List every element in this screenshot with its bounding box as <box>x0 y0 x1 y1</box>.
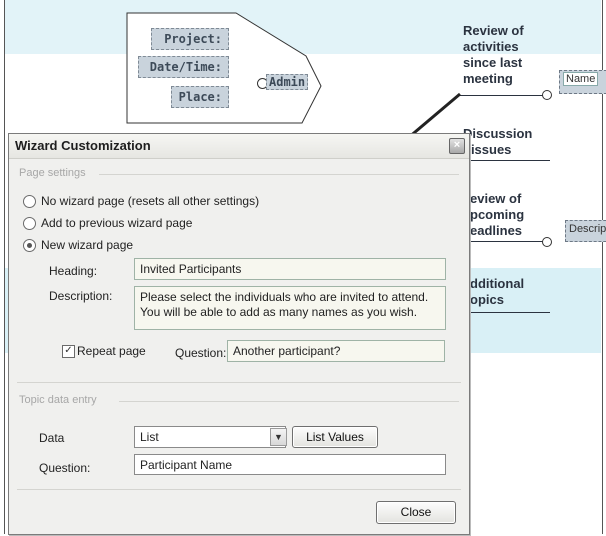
radio-label: New wizard page <box>41 238 134 252</box>
footer-divider <box>17 489 461 490</box>
name-tag[interactable]: Name <box>559 70 606 94</box>
topic-review-activities[interactable]: Review of activities since last meeting <box>463 23 524 87</box>
dialog-titlebar[interactable]: Wizard Customization × <box>9 134 469 159</box>
topic-connector-circle[interactable] <box>542 237 552 247</box>
place-field[interactable]: Place: <box>171 86 229 108</box>
radio-label: Add to previous wizard page <box>41 216 193 230</box>
project-field[interactable]: Project: <box>151 28 229 50</box>
topic-line: since last <box>463 55 523 70</box>
topic-line: opics <box>470 292 504 307</box>
radio-circle-selected[interactable] <box>23 238 36 252</box>
description-tag[interactable]: Descrip <box>565 220 606 242</box>
topic-underline <box>460 312 550 313</box>
topic-line: Discussion <box>463 126 533 141</box>
topic-underline <box>460 160 550 161</box>
wizard-customization-dialog: Wizard Customization × Page settings No … <box>8 133 470 535</box>
date-time-field-label: Date/Time: <box>149 60 222 74</box>
data-select-value: List <box>140 430 159 444</box>
page-settings-label: Page settings <box>19 167 86 179</box>
repeat-page-label: Repeat page <box>77 344 146 358</box>
topic-line: activities <box>463 39 519 54</box>
radio-label: No wizard page (resets all other setting… <box>41 194 260 208</box>
heading-field[interactable]: Invited Participants <box>134 258 446 280</box>
radio-circle[interactable] <box>23 194 36 208</box>
question2-label: Question: <box>39 461 91 475</box>
topic-line: eadlines <box>470 223 523 238</box>
radio-circle[interactable] <box>23 216 36 230</box>
description-field[interactable]: Please select the individuals who are in… <box>134 286 446 330</box>
topic-line: pcoming <box>470 207 525 222</box>
radio-add-previous-page[interactable]: Add to previous wizard page <box>23 216 192 230</box>
chevron-down-icon[interactable]: ▼ <box>270 428 287 446</box>
topic-line: f issues <box>463 142 512 157</box>
data-select[interactable]: List <box>134 426 286 448</box>
question-label: Question: <box>175 346 227 360</box>
topic-line: Review of <box>463 23 524 38</box>
dialog-title: Wizard Customization <box>15 138 151 153</box>
topic-line: dditional <box>470 276 525 291</box>
topic-line: meeting <box>463 71 513 86</box>
description-label: Description: <box>49 289 113 303</box>
topic-line: eview of <box>470 191 522 206</box>
topic-additional-topics[interactable]: dditional opics <box>470 276 524 308</box>
date-time-field[interactable]: Date/Time: <box>138 56 229 78</box>
question-field[interactable]: Another participant? <box>227 340 445 362</box>
project-field-label: Project: <box>164 32 222 46</box>
topic-discussion-issues[interactable]: Discussion f issues <box>463 126 532 158</box>
close-icon[interactable]: × <box>449 138 465 154</box>
close-button[interactable]: Close <box>376 501 456 524</box>
section-divider <box>17 382 461 383</box>
heading-label: Heading: <box>49 264 98 278</box>
topic-review-deadlines[interactable]: eview of pcoming eadlines <box>470 191 524 239</box>
name-tag-label: Name <box>563 72 599 86</box>
data-label: Data <box>39 431 65 445</box>
list-values-button[interactable]: List Values <box>292 426 378 448</box>
radio-no-wizard-page[interactable]: No wizard page (resets all other setting… <box>23 194 259 208</box>
topic-connector-circle[interactable] <box>542 90 552 100</box>
place-field-label: Place: <box>178 90 222 104</box>
repeat-page-checkbox[interactable]: ✓ <box>62 345 75 358</box>
radio-new-wizard-page[interactable]: New wizard page <box>23 238 133 252</box>
topic-data-entry-label: Topic data entry <box>19 394 97 406</box>
group-divider <box>99 174 459 175</box>
description-tag-label: Descrip <box>569 223 606 235</box>
topic-underline <box>460 241 545 242</box>
group-divider <box>119 401 459 402</box>
topic-underline <box>460 95 545 96</box>
admin-label[interactable]: Admin <box>266 74 309 90</box>
participant-question-field[interactable]: Participant Name <box>134 454 446 475</box>
